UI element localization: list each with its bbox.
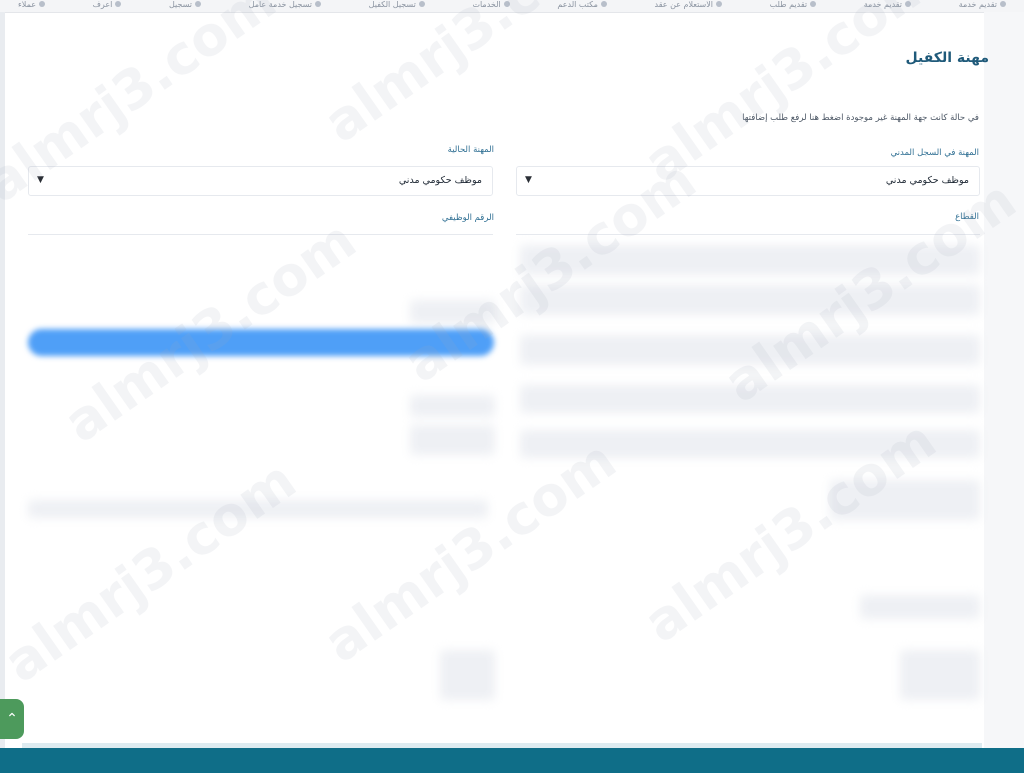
top-navigation-items: عملاء اعرف تسجيل تسجيل خدمة عامل تسجيل ا… <box>0 0 1024 11</box>
add-occupation-request-link[interactable]: في حالة كانت جهة المهنة غير موجودة اضغط … <box>742 113 979 123</box>
current-occupation-select[interactable]: موظف حكومي مدني ▼ <box>28 166 493 196</box>
calendar-icon <box>1000 1 1006 7</box>
sector-field[interactable] <box>516 220 980 235</box>
blurred-field <box>410 300 495 324</box>
dot-icon <box>194 1 201 7</box>
watermark-text: almrj3.com <box>0 448 308 695</box>
blurred-field <box>830 480 980 520</box>
watermark-text: almrj3.com <box>312 428 628 675</box>
blurred-field <box>520 430 980 458</box>
blurred-field <box>520 385 980 413</box>
right-frame-edge <box>984 12 1024 748</box>
topnav-item[interactable]: الخدمات <box>472 0 510 11</box>
dot-icon <box>905 1 912 7</box>
topnav-item[interactable]: تسجيل <box>169 0 201 11</box>
topnav-item[interactable]: تقديم خدمة <box>959 0 1006 11</box>
section-title: مهنة الكفيل <box>905 50 989 66</box>
blurred-field <box>860 595 980 619</box>
user-icon <box>315 1 321 7</box>
current-occupation-label: المهنة الحالية <box>447 145 494 155</box>
topnav-item[interactable]: مكتب الدعم <box>557 0 607 11</box>
topnav-item[interactable]: الاستعلام عن عقد <box>655 0 722 11</box>
topnav-item[interactable]: عملاء <box>18 0 45 11</box>
pin-icon <box>418 1 425 7</box>
blurred-field <box>28 500 488 518</box>
chevron-down-icon: ▼ <box>37 175 44 185</box>
blurred-field <box>440 650 495 700</box>
current-occupation-value: موظف حكومي مدني <box>398 175 482 186</box>
chevron-up-icon: ⌃ <box>6 711 18 727</box>
topnav-item[interactable]: تقديم طلب <box>770 0 817 11</box>
topnav-item[interactable]: تقديم خدمة <box>864 0 912 11</box>
watermark-text: almrj3.com <box>312 0 628 155</box>
dot-icon <box>600 1 607 7</box>
footer-bar <box>0 748 1024 773</box>
topnav-item[interactable]: اعرف <box>93 0 122 11</box>
chevron-down-icon: ▼ <box>525 175 532 185</box>
blurred-field <box>900 650 980 700</box>
blurred-field <box>410 425 495 455</box>
top-navigation: عملاء اعرف تسجيل تسجيل خدمة عامل تسجيل ا… <box>0 0 1024 13</box>
dot-icon <box>810 1 817 7</box>
blurred-field <box>520 285 980 315</box>
dot-icon <box>716 1 722 7</box>
topnav-item[interactable]: تسجيل خدمة عامل <box>249 0 321 11</box>
dot-icon <box>115 1 122 7</box>
blurred-field <box>520 335 980 365</box>
job-number-field[interactable] <box>28 220 493 235</box>
occupation-registry-select[interactable]: موظف حكومي مدني ▼ <box>516 166 980 196</box>
occupation-registry-value: موظف حكومي مدني <box>885 175 969 186</box>
topnav-item[interactable]: تسجيل الكفيل <box>369 0 425 11</box>
dot-icon <box>38 1 45 7</box>
left-frame-edge <box>0 12 5 748</box>
scroll-top-button[interactable]: ⌃ <box>0 699 24 739</box>
occupation-registry-label: المهنة في السجل المدني <box>890 148 979 158</box>
dot-icon <box>503 1 510 7</box>
blurred-field <box>410 395 495 417</box>
blurred-field <box>520 245 980 275</box>
highlighted-field <box>28 329 494 356</box>
